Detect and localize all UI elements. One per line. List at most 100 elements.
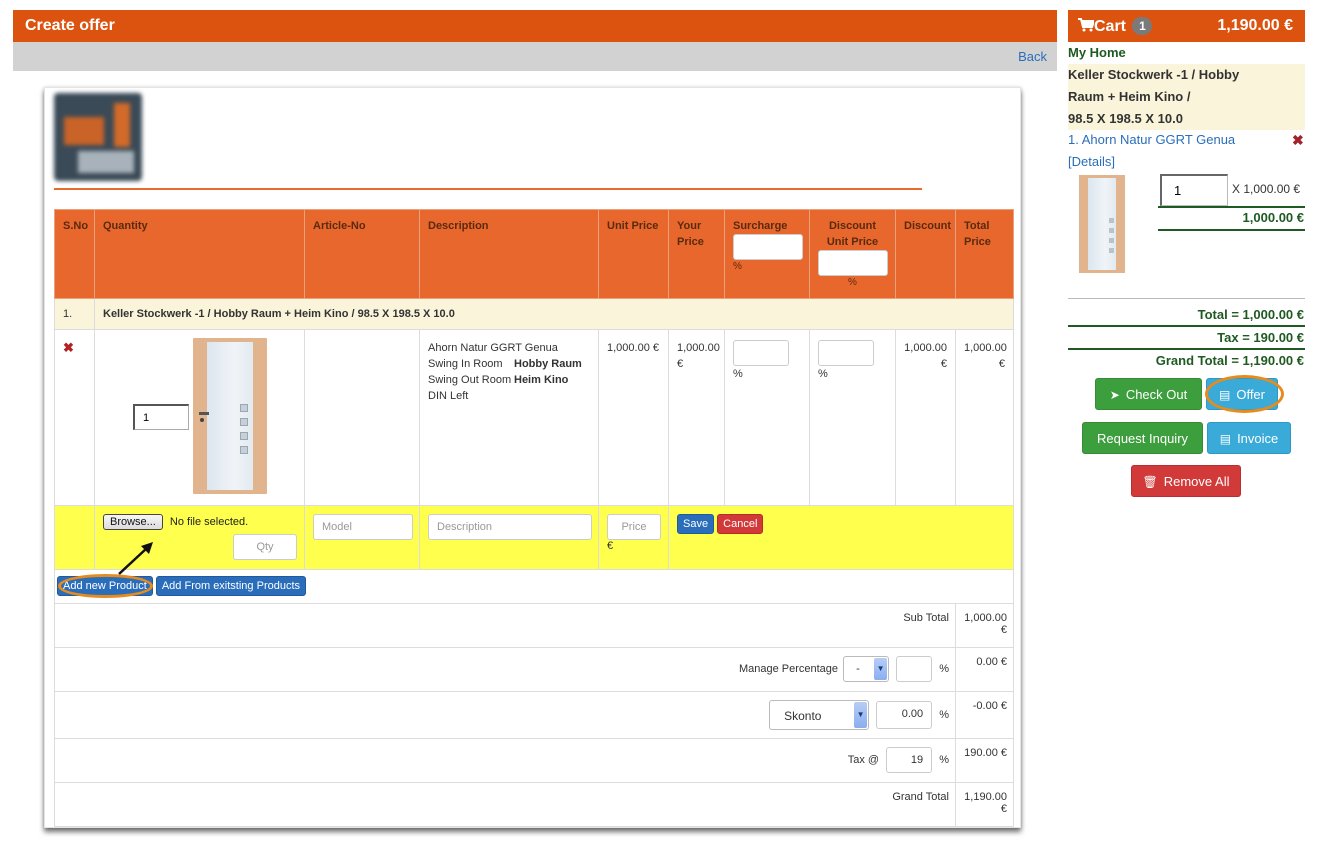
cart-room-group: Keller Stockwerk -1 / Hobby Raum + Heim … — [1068, 64, 1305, 130]
col-surcharge-label: Surcharge — [733, 220, 788, 232]
cart-header: Cart 1 1,190.00 € — [1068, 10, 1305, 42]
surcharge-all-input[interactable] — [733, 234, 803, 260]
col-your-price: Your Price — [668, 209, 725, 299]
cancel-button[interactable]: Cancel — [717, 514, 764, 534]
new-model-input[interactable]: Model — [313, 514, 413, 540]
tax-percent: % — [939, 754, 949, 766]
cart-item-quantity-input[interactable] — [1160, 174, 1228, 206]
save-button[interactable]: Save — [677, 514, 715, 534]
item-name: Ahorn Natur GGRT Genua — [428, 342, 558, 354]
tax-label: Tax @ — [847, 754, 880, 766]
tax-rate-input[interactable]: 19 — [886, 747, 933, 773]
manage-percentage-select[interactable]: - ▼ — [843, 656, 890, 682]
back-link[interactable]: Back — [1018, 49, 1047, 64]
swing-out-label: Swing Out Room — [428, 374, 512, 386]
sub-total-value: 1,000.00 € — [955, 603, 1014, 648]
manage-percentage-row: Manage Percentage - ▼ % 0.00 € — [54, 647, 1014, 692]
sub-total-label: Sub Total — [54, 603, 956, 648]
cart-item-line-total: 1,000.00 € — [1242, 210, 1304, 225]
manage-percentage-input[interactable] — [896, 656, 933, 682]
divider — [1068, 348, 1305, 350]
remove-all-button[interactable]: 🗑 Remove All — [1131, 465, 1241, 497]
offer-button[interactable]: ▤ Offer — [1206, 378, 1278, 410]
manage-percentage-percent: % — [939, 663, 949, 675]
add-product-row: Add new Product Add From exitsting Produ… — [54, 542, 1014, 604]
table-row: ✖ Ahorn Natur — [54, 329, 1014, 506]
discount-all-input[interactable] — [818, 250, 888, 276]
tax-value: 190.00 € — [955, 738, 1014, 783]
document-list-icon: ▤ — [1219, 432, 1232, 446]
cart-total: 1,190.00 € — [1217, 17, 1293, 34]
subtotal-row: Sub Total 1,000.00 € — [54, 603, 1014, 648]
group-title: Keller Stockwerk -1 / Hobby Raum + Heim … — [94, 298, 1014, 330]
grand-total-row: Grand Total 1,190.00 € — [54, 782, 1014, 827]
cart-grand-total-line: Grand Total = 1,190.00 € — [1155, 353, 1304, 368]
offer-document: S.No Quantity Article-No Description Uni… — [44, 87, 1021, 828]
cart-group-line: Raum + Heim Kino / — [1068, 89, 1191, 104]
chevron-down-icon: ▼ — [874, 658, 888, 680]
item-surcharge-input[interactable] — [733, 340, 789, 366]
cart-tax-line: Tax = 190.00 € — [1217, 330, 1304, 345]
cart-item-image — [1079, 175, 1125, 273]
swing-in-value: Hobby Raum — [514, 358, 582, 370]
cart-toggle[interactable]: Cart 1 — [1078, 17, 1153, 36]
group-index: 1. — [54, 298, 95, 330]
remove-cart-item-icon[interactable]: ✖ — [1292, 132, 1304, 149]
new-price-currency: € — [607, 540, 614, 552]
item-discount-input[interactable] — [818, 340, 874, 366]
new-price-input[interactable]: Price — [607, 514, 661, 540]
skonto-value: -0.00 € — [955, 691, 1014, 739]
page-title: Create offer — [25, 17, 115, 34]
skonto-input[interactable]: 0.00 — [876, 701, 933, 729]
swing-in-label: Swing In Room — [428, 358, 503, 370]
skonto-select[interactable]: Skonto ▼ — [769, 700, 870, 730]
new-qty-input[interactable]: Qty — [233, 534, 297, 560]
item-discount: 1,000.00 € — [895, 329, 956, 506]
col-quantity: Quantity — [94, 209, 305, 299]
file-status: No file selected. — [169, 516, 249, 528]
item-article-no — [304, 329, 420, 506]
item-unit-price: 1,000.00 € — [598, 329, 669, 506]
item-discount-percent: % — [818, 368, 828, 380]
remove-item-icon[interactable]: ✖ — [63, 340, 74, 355]
item-quantity-input[interactable] — [133, 404, 189, 430]
request-inquiry-button[interactable]: Request Inquiry — [1082, 422, 1203, 454]
add-new-product-button[interactable]: Add new Product — [57, 576, 153, 596]
col-article-no: Article-No — [304, 209, 420, 299]
table-header-row: S.No Quantity Article-No Description Uni… — [54, 209, 1014, 299]
din-direction: DIN Left — [428, 390, 469, 402]
new-description-input[interactable]: Description — [428, 514, 592, 540]
header-divider — [54, 188, 922, 190]
surcharge-percent-sign: % — [733, 261, 742, 272]
checkout-button[interactable]: ➤ Check Out — [1095, 378, 1202, 410]
cart-label: Cart — [1094, 18, 1127, 35]
col-description: Description — [419, 209, 599, 299]
sub-toolbar: Back — [13, 42, 1057, 71]
divider — [1068, 298, 1305, 299]
paper-plane-icon: ➤ — [1109, 388, 1120, 402]
document-list-icon: ▤ — [1218, 388, 1231, 402]
cart-item-unit-price: X 1,000.00 € — [1232, 182, 1301, 196]
new-product-row: Browse... No file selected. Qty Model De… — [54, 505, 1014, 570]
item-surcharge-percent: % — [733, 368, 743, 380]
cart-item-link[interactable]: 1. Ahorn Natur GGRT Genua — [1068, 132, 1235, 147]
grand-total-label: Grand Total — [54, 782, 956, 827]
browse-file-button[interactable]: Browse... — [103, 514, 163, 530]
cart-item-details-link[interactable]: [Details] — [1068, 154, 1115, 169]
col-discount-unit-price-label: Discount Unit Price — [826, 220, 879, 248]
item-your-price: 1,000.00 € — [668, 329, 725, 506]
col-total-price: Total Price — [955, 209, 1014, 299]
add-existing-products-button[interactable]: Add From exitsting Products — [155, 576, 307, 596]
discount-percent-sign: % — [848, 277, 857, 288]
room-group-row: 1. Keller Stockwerk -1 / Hobby Raum + He… — [54, 298, 1014, 330]
grand-total-value: 1,190.00 € — [955, 782, 1014, 827]
invoice-button[interactable]: ▤ Invoice — [1207, 422, 1291, 454]
item-total-price: 1,000.00 € — [955, 329, 1014, 506]
col-surcharge: Surcharge % — [724, 209, 810, 299]
cart-count-badge: 1 — [1132, 17, 1153, 35]
divider — [1068, 325, 1305, 327]
chevron-down-icon: ▼ — [854, 702, 868, 728]
shopping-cart-icon — [1078, 18, 1094, 32]
company-logo — [54, 93, 142, 181]
col-sno: S.No — [54, 209, 95, 299]
